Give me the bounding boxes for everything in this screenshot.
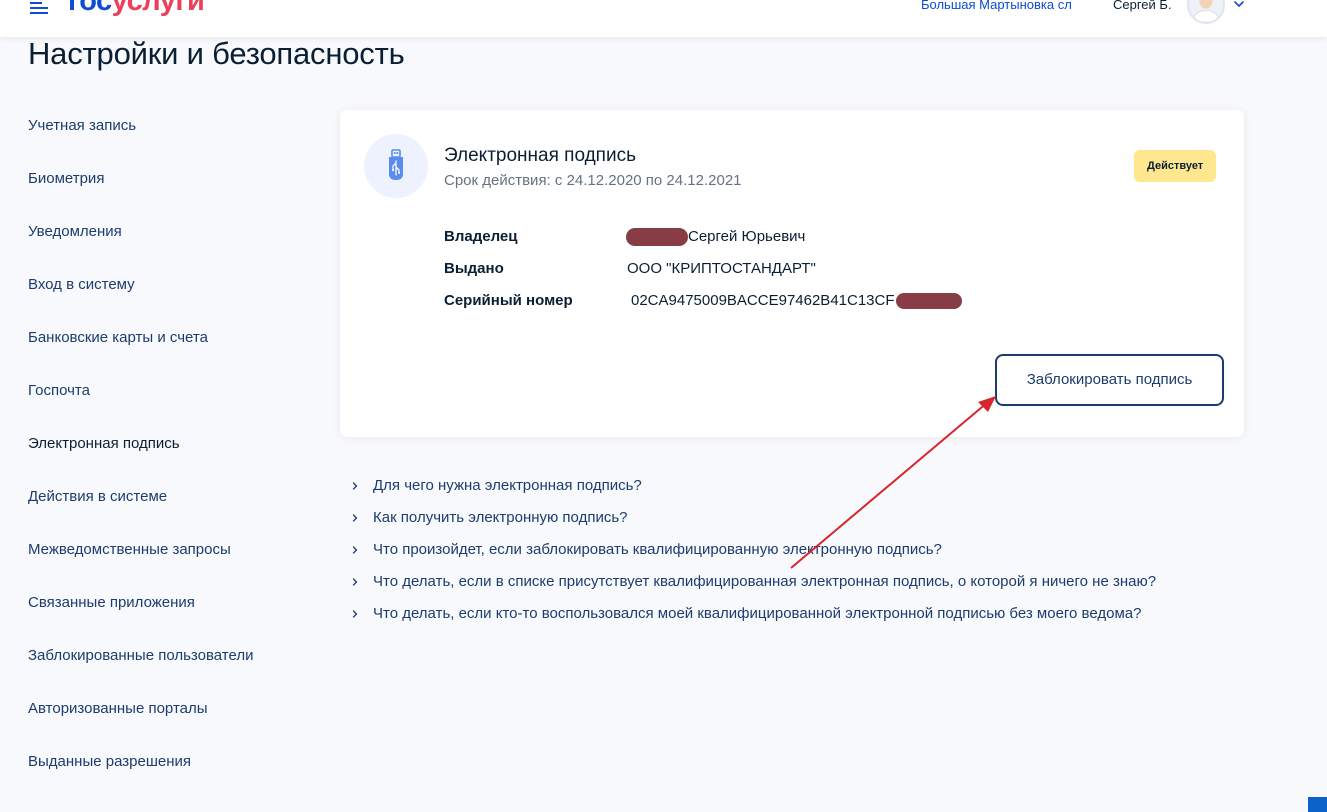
faq-item[interactable]: Что делать, если в списке присутствует к… [350, 566, 1250, 598]
sidebar-item-interagency-requests[interactable]: Межведомственные запросы [28, 538, 318, 591]
faq-item[interactable]: Для чего нужна электронная подпись? [350, 470, 1250, 502]
card-title: Электронная подпись [444, 145, 636, 166]
top-header: госуслуги Большая Мартыновка сл Сергей Б… [0, 0, 1327, 37]
gosuslugi-logo[interactable]: госуслуги [68, 0, 205, 17]
owner-label: Владелец [444, 228, 518, 245]
sidebar-item-blocked-users[interactable]: Заблокированные пользователи [28, 644, 318, 697]
sidebar-item-linked-apps[interactable]: Связанные приложения [28, 591, 318, 644]
issued-value: ООО "КРИПТОСТАНДАРТ" [627, 260, 816, 277]
logo-part-gos: гос [68, 0, 112, 17]
logo-part-uslugi: услуги [111, 0, 205, 17]
block-signature-button[interactable]: Заблокировать подпись [995, 354, 1224, 406]
hamburger-menu-icon[interactable] [30, 2, 48, 14]
redaction-mark [626, 228, 688, 247]
sidebar-item-e-signature[interactable]: Электронная подпись [28, 432, 318, 485]
sidebar-item-biometrics[interactable]: Биометрия [28, 167, 318, 220]
faq-question: Что произойдет, если заблокировать квали… [373, 541, 942, 558]
validity-period: Срок действия: с 24.12.2020 по 24.12.202… [444, 172, 742, 189]
sidebar-item-issued-permissions[interactable]: Выданные разрешения [28, 750, 318, 803]
settings-sidebar: Учетная запись Биометрия Уведомления Вхо… [28, 114, 318, 803]
sidebar-item-bank-cards[interactable]: Банковские карты и счета [28, 326, 318, 379]
usb-token-icon [364, 134, 428, 198]
sidebar-item-authorized-portals[interactable]: Авторизованные порталы [28, 697, 318, 750]
issued-label: Выдано [444, 260, 504, 277]
faq-question: Что делать, если кто-то воспользовался м… [373, 605, 1142, 622]
faq-item[interactable]: Что произойдет, если заблокировать квали… [350, 534, 1250, 566]
faq-list: Для чего нужна электронная подпись? Как … [350, 470, 1250, 630]
faq-item[interactable]: Как получить электронную подпись? [350, 502, 1250, 534]
chevron-right-icon [352, 610, 358, 618]
owner-value-wrap: Сергей Юрьевич [626, 226, 805, 248]
serial-value-wrap: 02CA9475009BACCE97462B41C13CF [631, 290, 962, 312]
sidebar-item-gospochta[interactable]: Госпочта [28, 379, 318, 432]
chevron-right-icon [352, 482, 358, 490]
status-badge: Действует [1134, 150, 1217, 182]
redaction-mark [895, 293, 962, 310]
sidebar-item-system-actions[interactable]: Действия в системе [28, 485, 318, 538]
page-title: Настройки и безопасность [28, 36, 405, 71]
chevron-right-icon [352, 578, 358, 586]
faq-question: Как получить электронную подпись? [373, 509, 628, 526]
sidebar-item-notifications[interactable]: Уведомления [28, 220, 318, 273]
chevron-right-icon [352, 546, 358, 554]
corner-widget[interactable] [1308, 797, 1327, 812]
sidebar-item-login[interactable]: Вход в систему [28, 273, 318, 326]
serial-label: Серийный номер [444, 292, 573, 309]
user-name[interactable]: Сергей Б. [1113, 0, 1172, 13]
avatar[interactable] [1187, 0, 1225, 24]
sidebar-item-account[interactable]: Учетная запись [28, 114, 318, 167]
serial-value: 02CA9475009BACCE97462B41C13CF [631, 292, 895, 309]
faq-question: Для чего нужна электронная подпись? [373, 477, 642, 494]
faq-item[interactable]: Что делать, если кто-то воспользовался м… [350, 598, 1250, 630]
avatar-face-icon [1189, 0, 1223, 22]
owner-value: Сергей Юрьевич [688, 228, 806, 245]
faq-question: Что делать, если в списке присутствует к… [373, 573, 1157, 590]
e-signature-card: Электронная подпись Срок действия: с 24.… [340, 110, 1244, 437]
chevron-down-icon[interactable] [1233, 0, 1245, 10]
location-selector[interactable]: Большая Мартыновка сл [921, 0, 1072, 13]
chevron-right-icon [352, 514, 358, 522]
